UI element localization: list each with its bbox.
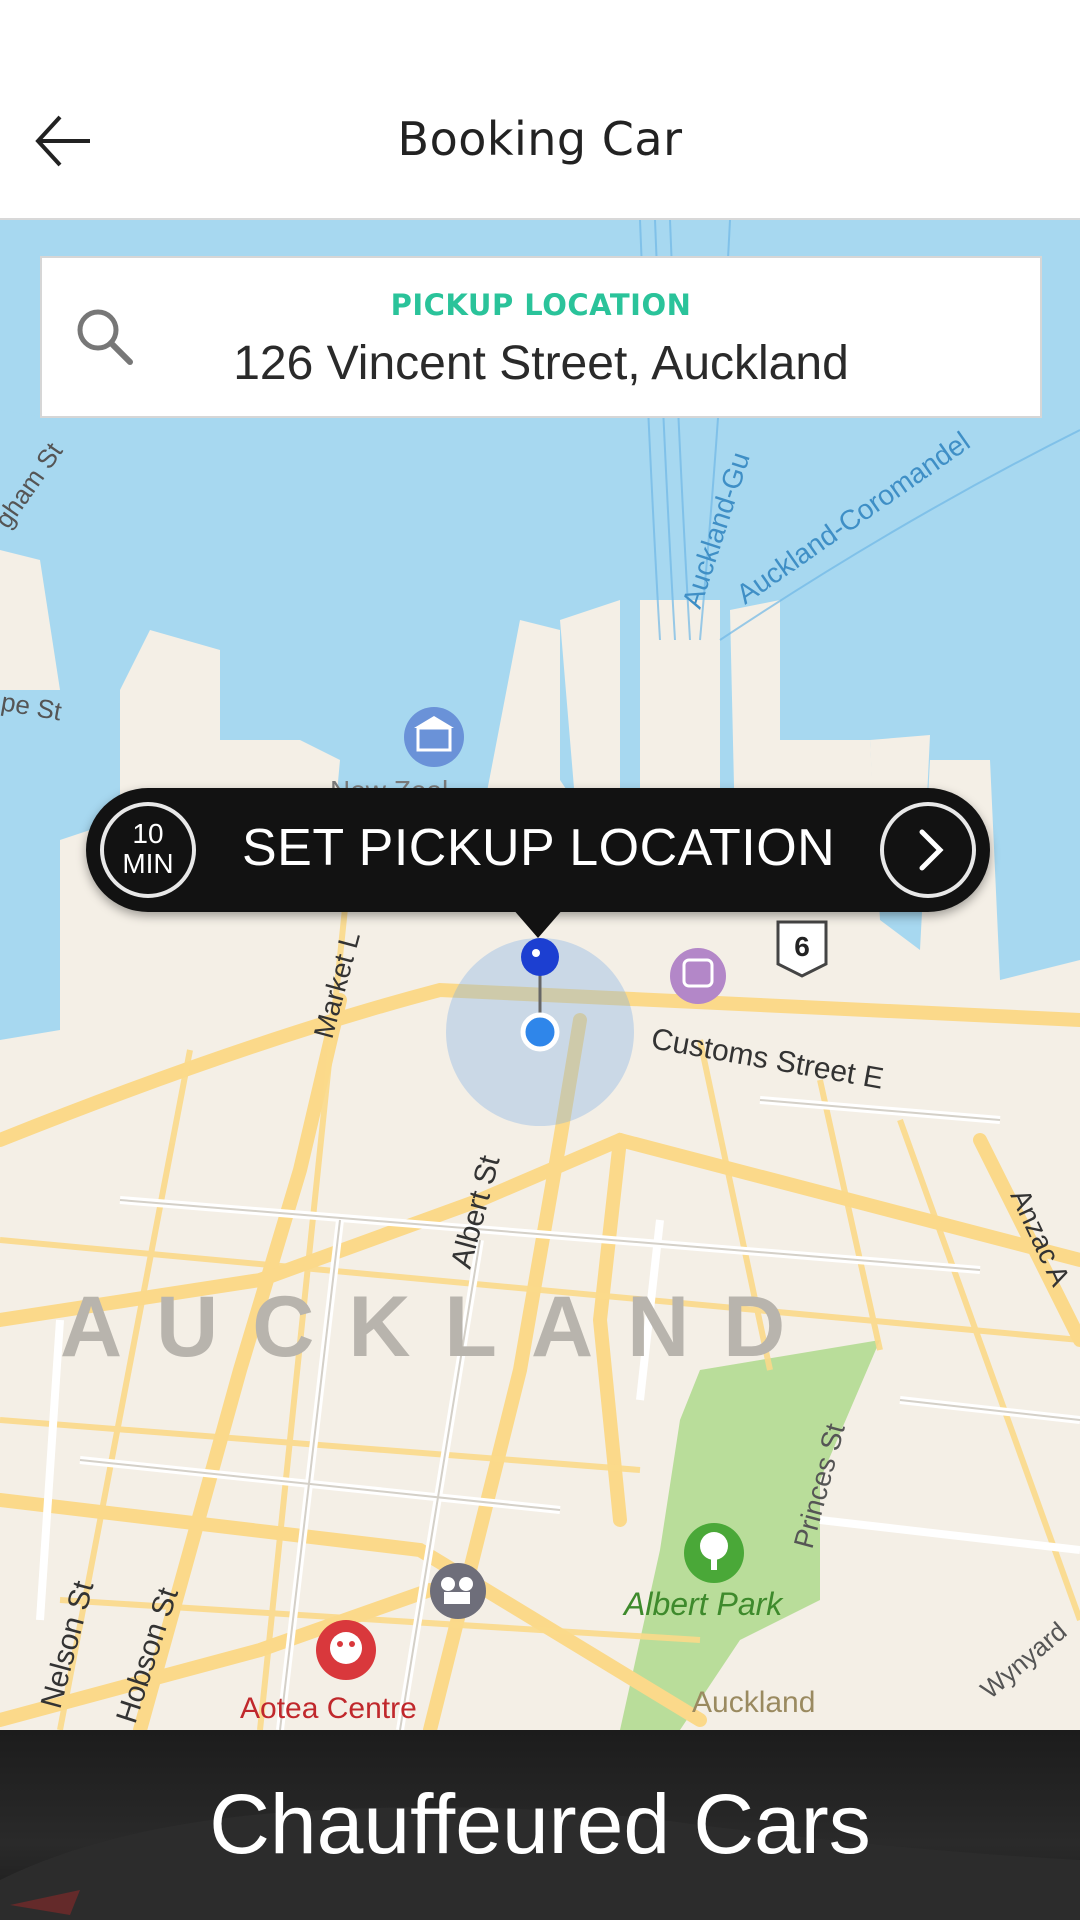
map-view[interactable]: AUCKLAND Customs Street E Albert St Mark… xyxy=(0,220,1080,1730)
chevron-right-icon xyxy=(919,829,944,871)
cinema-icon xyxy=(430,1563,486,1619)
current-location-dot xyxy=(520,1012,560,1052)
poi-university: Auckland xyxy=(692,1686,815,1719)
footer-banner[interactable]: Chauffeured Cars xyxy=(0,1730,1080,1920)
footer-title: Chauffeured Cars xyxy=(209,1777,871,1871)
page-title: Booking Car xyxy=(397,112,683,166)
pickup-search-box[interactable]: PICKUP LOCATION 126 Vincent Street, Auck… xyxy=(40,256,1042,418)
callout-pointer xyxy=(512,908,564,938)
city-label: AUCKLAND xyxy=(60,1279,819,1375)
albert-park-area xyxy=(620,1340,880,1730)
street-market: Market L xyxy=(308,928,366,1041)
theatre-icon xyxy=(316,1620,376,1680)
set-pickup-location-button[interactable]: 10 MIN SET PICKUP LOCATION xyxy=(86,788,990,912)
poi-albert-park: Albert Park xyxy=(622,1586,784,1622)
app-header: Booking Car xyxy=(0,0,1080,220)
set-pickup-label: SET PICKUP LOCATION xyxy=(242,819,836,877)
poi-aotea-centre: Aotea Centre xyxy=(240,1692,417,1725)
pickup-location-label: PICKUP LOCATION xyxy=(390,288,692,322)
pickup-address-field[interactable]: 126 Vincent Street, Auckland xyxy=(42,336,1040,391)
eta-unit: MIN xyxy=(122,848,174,879)
go-button[interactable] xyxy=(880,802,976,898)
eta-badge: 10 MIN xyxy=(100,802,196,898)
highway-shield-number: 6 xyxy=(794,931,810,962)
street-wynyard: Wynyard xyxy=(975,1616,1073,1705)
eta-value: 10 xyxy=(132,818,164,849)
museum-icon xyxy=(404,707,464,767)
train-station-icon xyxy=(670,948,726,1004)
pin-head xyxy=(521,938,559,976)
park-icon xyxy=(684,1523,744,1583)
street-customs: Customs Street E xyxy=(649,1022,886,1095)
